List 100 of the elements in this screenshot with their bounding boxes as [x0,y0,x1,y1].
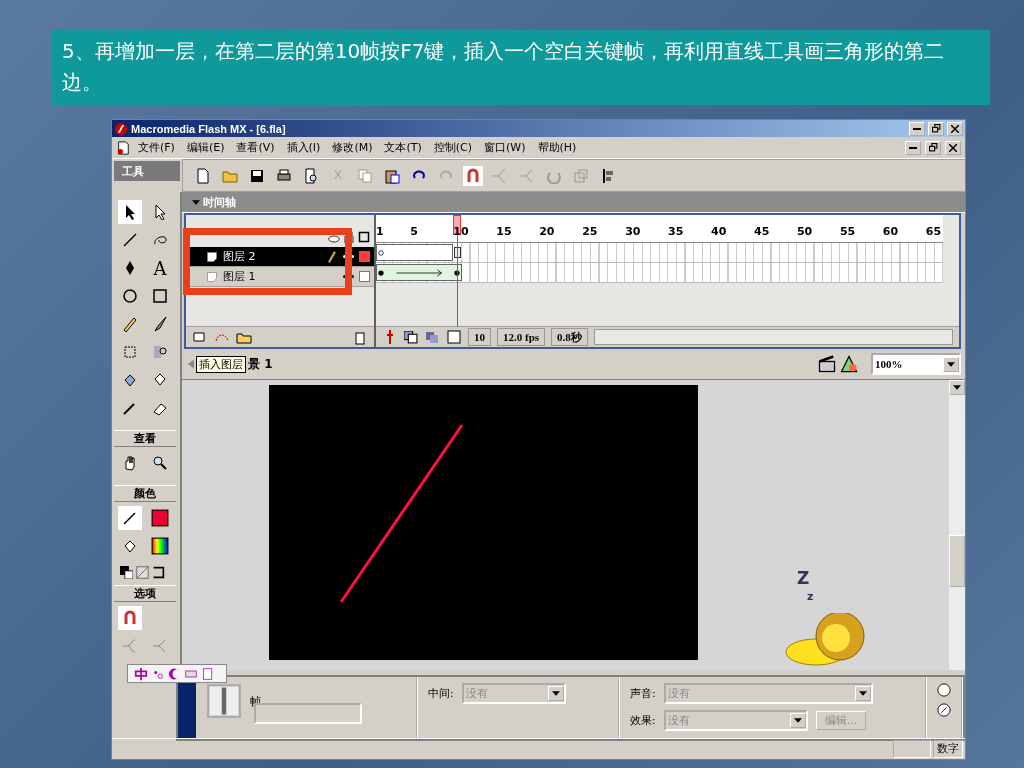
frame-number: 35 [668,225,685,238]
bucket-icon [122,538,138,554]
snore-mark: z [807,590,814,603]
text-tool-button[interactable]: A [148,256,172,280]
frame-number: 60 [882,225,900,238]
frame-number: 15 [496,225,513,238]
layer-icon [206,270,218,283]
zoom-select[interactable]: 100% [871,353,961,375]
collapse-arrow-icon [192,199,200,205]
shapes-icon [839,354,859,374]
layer-name: 图层 2 [223,249,257,264]
close-button[interactable] [947,121,963,136]
ink-bottle-tool-icon [122,372,138,388]
keyframe-icon [378,269,384,276]
frame-number: 55 [839,225,857,238]
fill-color-swatch[interactable] [148,534,172,558]
pencil-icon [326,250,338,263]
eye-icon [328,235,340,243]
visibility-dot-icon [343,275,346,278]
frame-number: 40 [711,225,728,238]
stroke-color-swatch[interactable] [148,506,172,530]
tween-label: 中间: [428,686,454,701]
print-preview-icon [303,167,319,184]
frame-number: 25 [582,225,599,238]
onion-skin-icon [404,330,418,344]
tool-button[interactable] [118,200,142,224]
scroll-thumb[interactable] [949,535,965,587]
straighten-icon [152,638,168,654]
menu-icon [202,667,214,680]
restore-button[interactable] [928,121,944,136]
snore-mark: Z [797,568,810,588]
close-icon [949,143,957,152]
tooltip: 插入图层 [196,355,246,373]
ime-mode-icon [134,666,148,681]
hand-tool-icon [122,455,138,471]
restore-icon [928,143,938,152]
frame-number: 45 [754,225,771,238]
trash-icon [352,329,368,345]
save-icon [249,167,265,184]
menu-item[interactable]: 插入(I) [282,140,325,155]
sound-label: 声音: [630,686,656,701]
menu-item[interactable]: 控制(C) [429,140,477,155]
scale-icon [573,167,589,184]
magnet-icon [465,167,481,184]
magnet-icon [122,610,138,626]
swatch-icon [151,509,169,527]
document-icon [116,140,130,155]
close-button[interactable] [945,140,961,155]
add-layer-icon [192,329,208,345]
dropdown-arrow-icon [947,361,955,367]
horizontal-scrollbar[interactable] [593,329,953,345]
close-icon [951,124,959,133]
pencil-tool-icon [122,316,138,332]
menu-item[interactable]: 查看(V) [232,140,279,155]
arrow-circle-icon [937,703,951,717]
frame-number: 65 [925,225,943,238]
dropdown-arrow-icon [551,691,560,696]
frame-rate: 12.0 fps [497,328,546,346]
paint-bucket-tool-icon [152,372,168,388]
menu-item[interactable]: 帮助(H) [533,140,581,155]
help-icon [937,683,951,697]
menu-item[interactable]: 文件(F) [134,140,179,155]
lock-dot-icon [351,275,354,278]
menu-item[interactable]: 文本(T) [380,140,426,155]
rectangle-tool-icon [152,288,168,304]
keyboard-icon [184,667,198,680]
frame-number: 50 [796,225,814,238]
brush-tool-icon [152,316,168,332]
layer-icon [206,250,218,263]
default-colors-icon [120,566,133,579]
vertical-scrollbar[interactable] [949,380,965,670]
smooth-icon [492,167,508,184]
frame-number: 1 [376,225,385,238]
fill-transform-tool-icon [152,344,168,360]
no-color-icon [136,566,149,579]
slide-caption: 5、再增加一层，在第二层的第10帧按F7键，插入一个空白关键帧，再利用直线工具画三角形的第二边。 [52,30,990,105]
frame-number: 30 [625,225,642,238]
effect-label: 效果: [630,713,656,728]
menu-item[interactable]: 窗口(W) [480,140,530,155]
menu-item[interactable]: 修改(M) [328,140,377,155]
clipboard-icon [384,167,400,184]
clapperboard-icon [817,354,837,374]
elapsed-time: 0.8秒 [551,328,588,346]
tools-panel-title: 工具 [114,161,180,181]
smooth-icon [122,638,138,654]
view-section-title: 查看 [114,430,176,447]
line-tool-icon [122,232,138,248]
eyedropper-tool-icon [122,400,138,416]
printer-icon [276,167,292,184]
restore-button[interactable] [925,140,941,155]
minimize-button[interactable] [909,121,925,136]
layer-name: 图层 1 [223,269,257,284]
dropdown-arrow-icon [793,718,802,723]
timeline-title: 时间轴 [203,194,236,210]
menu-item[interactable]: 编辑(E) [182,140,229,155]
swap-colors-icon [152,566,165,579]
back-arrow-icon [188,359,194,369]
minimize-button[interactable] [905,140,921,155]
status-indicator: 数字 [933,740,963,758]
align-icon [600,167,616,184]
